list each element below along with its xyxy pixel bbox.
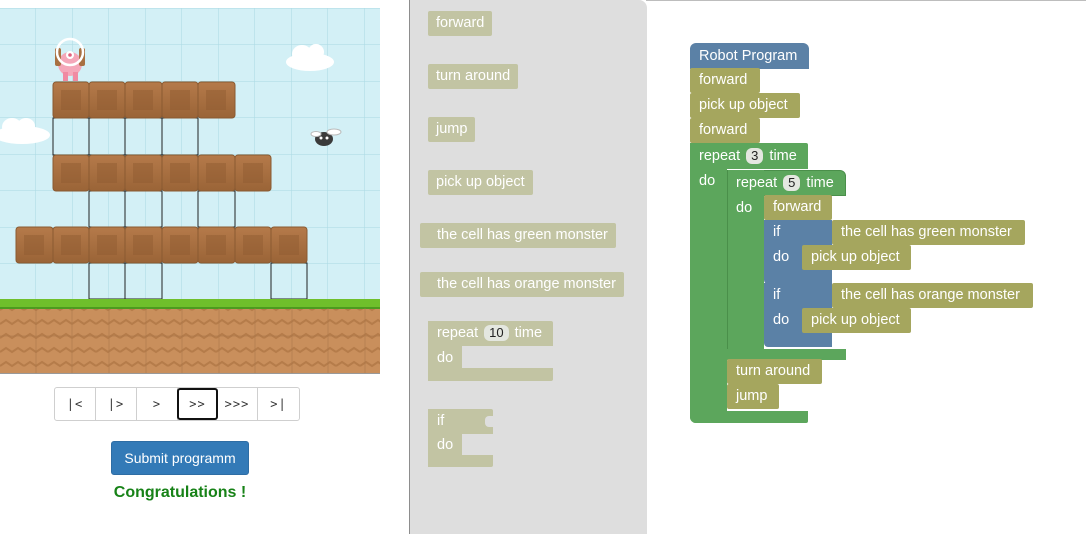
program-jump-block[interactable]: jump [727,384,779,409]
program-inner-forward-block[interactable]: forward [764,195,832,220]
block-label: turn around [736,363,811,379]
submit-program-button[interactable]: Submit programm [111,441,249,475]
block-label: pick up object [811,249,900,265]
fastest-play-button[interactable]: >>> [217,388,258,420]
soil [0,308,380,373]
toolbox-forward-block[interactable]: forward [428,11,493,36]
program-turn-around-block[interactable]: turn around [727,359,822,384]
repeat-suffix: time [514,325,543,341]
inner-repeat-count-field[interactable]: 5 [783,175,801,191]
repeat-do-label: do [437,350,454,366]
program-if1-pick-up-block[interactable]: pick up object [802,245,911,270]
block-label: forward [773,199,822,215]
block-label: forward [699,122,748,138]
program-title: Robot Program [699,48,798,64]
if1-label: if [773,224,781,240]
program-forward-block-1[interactable]: forward [690,68,760,93]
fast-play-button[interactable]: >> [177,388,218,420]
go-to-end-button[interactable]: >| [258,388,299,420]
block-label: jump [736,388,768,404]
workspace-top-border [646,0,1086,1]
toolbox-repeat-block[interactable]: repeat 10 time do [428,321,553,381]
repeat-prefix: repeat [437,325,479,341]
program-orange-monster-condition[interactable]: the cell has orange monster [832,283,1033,308]
program-green-monster-condition[interactable]: the cell has green monster [832,220,1025,245]
block-label: the cell has green monster [841,224,1012,240]
if2-do-label: do [773,312,790,328]
block-label: jump [436,121,468,137]
program-forward-block-2[interactable]: forward [690,118,760,143]
block-label: the cell has green monster [437,227,608,243]
outer-repeat-suffix: time [769,148,797,164]
if-label: if [437,413,445,429]
status-message: Congratulations ! [113,484,247,501]
block-label: forward [436,15,485,31]
block-label: pick up object [811,312,900,328]
if1-do-label: do [773,249,790,265]
toolbox-green-monster-condition[interactable]: the cell has green monster [420,223,616,248]
toolbox-turn-around-block[interactable]: turn around [428,64,519,89]
block-label: pick up object [699,97,788,113]
repeat-count-field[interactable]: 10 [484,325,509,341]
brick-row-middle [52,154,272,192]
outer-repeat-do-label: do [699,173,716,189]
brick-row-bottom [15,226,308,264]
toolbox-jump-block[interactable]: jump [428,117,476,142]
toolbox-pick-up-object-block[interactable]: pick up object [428,170,533,195]
block-label: turn around [436,68,511,84]
inner-repeat-do-label: do [736,200,753,216]
game-board [0,8,380,374]
block-label: the cell has orange monster [841,287,1020,303]
if2-label: if [773,287,781,303]
if-do-label: do [437,437,454,453]
outer-repeat-prefix: repeat [699,148,741,164]
step-button[interactable]: |> [96,388,137,420]
toolbox-orange-monster-condition[interactable]: the cell has orange monster [420,272,624,297]
game-canvas [0,8,380,373]
program-if2-pick-up-block[interactable]: pick up object [802,308,911,333]
block-label: forward [699,72,748,88]
inner-repeat-suffix: time [806,175,834,191]
toolbox-if-block[interactable]: if do [428,409,493,467]
play-button[interactable]: > [137,388,178,420]
block-label: pick up object [436,174,525,190]
program-pick-up-block-1[interactable]: pick up object [690,93,800,118]
grass-strip [0,299,380,308]
playback-controls: |< |> > >> >>> >| [54,387,300,421]
go-to-start-button[interactable]: |< [55,388,96,420]
block-label: the cell has orange monster [437,276,616,292]
outer-repeat-count-field[interactable]: 3 [746,148,764,164]
inner-repeat-prefix: repeat [736,175,778,191]
program-hat-block[interactable]: Robot Program [690,43,809,69]
